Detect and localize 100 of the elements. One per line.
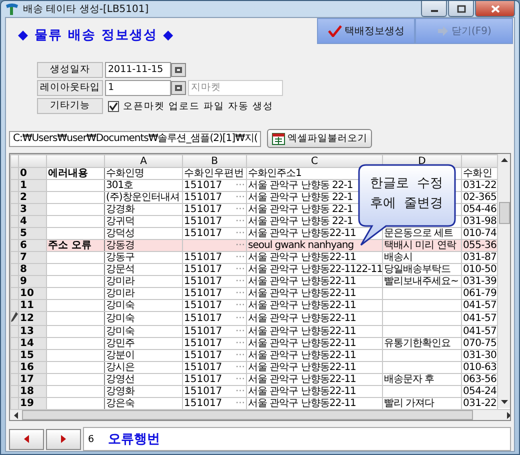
table-row[interactable]: 11 강미숙 151017 ··· 서울 관악구 난향동22-11 041-57 <box>10 300 498 312</box>
table-cell: 강미숙 <box>106 313 134 324</box>
table-cell: 강민주 <box>106 338 134 348</box>
ellipsis-button[interactable]: ··· <box>235 338 245 348</box>
table-cell: 서울 관악구 난향동22-11 <box>248 288 356 298</box>
row-number: 13 <box>20 326 34 336</box>
table-row[interactable]: 16 강시은 151017 ··· 서울 관악구 난향동22-11 010-63 <box>10 362 498 374</box>
app-icon <box>5 2 19 16</box>
ellipsis-button[interactable]: ··· <box>235 374 245 384</box>
scrollbar-thumb[interactable] <box>498 202 510 224</box>
table-row[interactable]: 17 강영선 151017 ··· 서울 관악구 난향동22-11 배송문자 후 063-56 <box>10 374 498 386</box>
ellipsis-button[interactable]: ··· <box>235 300 245 310</box>
table-cell: 010-74 <box>463 228 496 238</box>
table-row[interactable]: 7 강동구 151017 ··· 서울 관악구 난향동22-11 배송시 031-87 <box>10 252 498 264</box>
table-cell: 151017 <box>184 350 222 360</box>
lookup-button[interactable] <box>171 63 186 77</box>
table-row[interactable]: 15 강분이 151017 ··· 서울 관악구 난향동22-11 031-30 <box>10 350 498 362</box>
table-cell: 151017 <box>184 362 222 372</box>
row-number: 15 <box>20 350 34 360</box>
column-header[interactable]: B <box>182 154 246 168</box>
table-row[interactable]: 9 강미라 151017 ··· 서울 관악구 난향동22-11 빨리보내주세요~ 031-39 <box>10 276 498 288</box>
table-row[interactable]: 14 강민주 151017 ··· 서울 관악구 난향동22-11 유통기한확인요 070-75 <box>10 338 498 350</box>
ellipsis-button[interactable]: ··· <box>235 386 245 396</box>
checkbox[interactable] <box>108 100 119 112</box>
row-number: 8 <box>20 264 27 274</box>
table-cell: 서울 관악구 난향동22-11 <box>248 362 356 372</box>
maximize-icon <box>456 4 466 12</box>
table-cell: 031-98 <box>463 216 496 226</box>
table-cell: 강미라 <box>106 276 134 286</box>
vertical-scrollbar[interactable] <box>497 154 510 408</box>
ellipsis-button[interactable]: ··· <box>235 362 245 372</box>
table-cell: 041-57 <box>463 300 496 310</box>
row-number: 11 <box>20 300 34 310</box>
right-arrow-icon <box>61 435 66 443</box>
spreadsheet-icon <box>272 132 286 144</box>
table-cell: 031-87 <box>463 252 496 262</box>
table-cell: 151017 <box>184 338 222 348</box>
table-cell: 151017 <box>184 374 222 384</box>
lookup-button[interactable] <box>171 81 186 95</box>
maximize-button[interactable] <box>448 1 474 17</box>
table-cell: 수화인주소1 <box>248 168 302 178</box>
file-path-field[interactable]: C:₩Users₩user₩Documents₩솔루션_샘플(2)[1]₩지( <box>9 130 262 146</box>
column-header[interactable]: C <box>246 154 382 168</box>
lookup-icon <box>174 84 183 92</box>
row-indicator[interactable] <box>10 312 18 326</box>
table-cell: 강분이 <box>106 350 134 360</box>
next-button[interactable] <box>46 428 81 450</box>
ellipsis-button[interactable]: ··· <box>235 216 245 226</box>
table-cell: 강은숙 <box>106 398 134 408</box>
table-row[interactable]: 12 강미숙 151017 ··· 서울 관악구 난향동22-11 041-57 <box>10 312 498 326</box>
ellipsis-button[interactable]: ··· <box>235 264 245 274</box>
field-label: 기타기능 <box>37 98 103 114</box>
column-header[interactable]: A <box>104 154 182 168</box>
row-number: 16 <box>20 362 34 372</box>
table-cell: 강미숙 <box>106 300 134 310</box>
check-icon <box>328 25 342 37</box>
table-cell: 031-22 <box>463 398 496 408</box>
ellipsis-button[interactable]: ··· <box>235 326 245 336</box>
minimize-button[interactable] <box>421 1 447 17</box>
ellipsis-button[interactable]: ··· <box>235 204 245 214</box>
table-cell: 054-24 <box>463 386 496 396</box>
ellipsis-button[interactable]: ··· <box>235 276 245 286</box>
field-value: 1 <box>108 82 114 93</box>
table-cell: 서울 관악구 난향동 22-1 <box>248 180 353 190</box>
table-cell: 151017 <box>184 264 222 274</box>
ellipsis-button[interactable]: ··· <box>235 288 245 298</box>
ellipsis-button[interactable]: ··· <box>235 180 245 190</box>
row-number: 7 <box>20 252 27 262</box>
table-cell: 유통기한확인요 <box>384 338 450 348</box>
ellipsis-button[interactable]: ··· <box>235 192 245 202</box>
scrollbar-thumb[interactable] <box>22 410 473 420</box>
table-cell: 031-39 <box>463 276 496 286</box>
table-cell: 070-75 <box>463 338 496 348</box>
previous-button[interactable] <box>9 428 44 450</box>
ellipsis-button[interactable]: ··· <box>235 228 245 238</box>
table-cell: 010-63 <box>463 362 496 372</box>
table-cell: 151017 <box>184 313 222 324</box>
table-row[interactable]: 18 강영화 151017 ··· 서울 관악구 난향동22-11 054-24 <box>10 386 498 398</box>
table-cell: 서울 관악구 난향동 22-1 <box>248 192 353 202</box>
toolbar-button[interactable]: 택배정보생성 <box>317 18 415 44</box>
table-row[interactable]: 8 강문석 151017 ··· 서울 관악구 난향동22-1122-11 당일배송부탁드 010-50 <box>10 264 498 276</box>
ellipsis-button[interactable]: ··· <box>235 398 245 408</box>
table-cell: 151017 <box>184 192 222 202</box>
checkmark-icon <box>109 102 118 110</box>
table-cell: 061-79 <box>463 288 496 298</box>
ellipsis-button[interactable]: ··· <box>235 252 245 262</box>
table-row[interactable]: 10 강미라 151017 ··· 서울 관악구 난향동22-11 061-79 <box>10 288 498 300</box>
ellipsis-button[interactable]: ··· <box>235 350 245 360</box>
table-cell: 151017 <box>184 228 222 238</box>
load-excel-button[interactable]: 엑셀파일불러오기 <box>267 129 372 148</box>
close-button[interactable] <box>475 1 515 17</box>
table-cell: 151017 <box>184 326 222 336</box>
table-row[interactable]: 13 강미숙 151017 ··· 서울 관악구 난향동22-11 041-57 <box>10 326 498 338</box>
page-heading: ◆ 물류 배송 정보생성 ◆ <box>17 27 174 45</box>
horizontal-scrollbar[interactable] <box>10 409 510 420</box>
date-field[interactable]: 2011-11-15 <box>105 62 171 78</box>
table-cell: 02-365 <box>463 192 496 202</box>
table-cell: 서울 관악구 난향동22-11 <box>248 338 356 348</box>
layout-field[interactable]: 1 <box>105 80 171 96</box>
ellipsis-button[interactable]: ··· <box>235 313 245 324</box>
